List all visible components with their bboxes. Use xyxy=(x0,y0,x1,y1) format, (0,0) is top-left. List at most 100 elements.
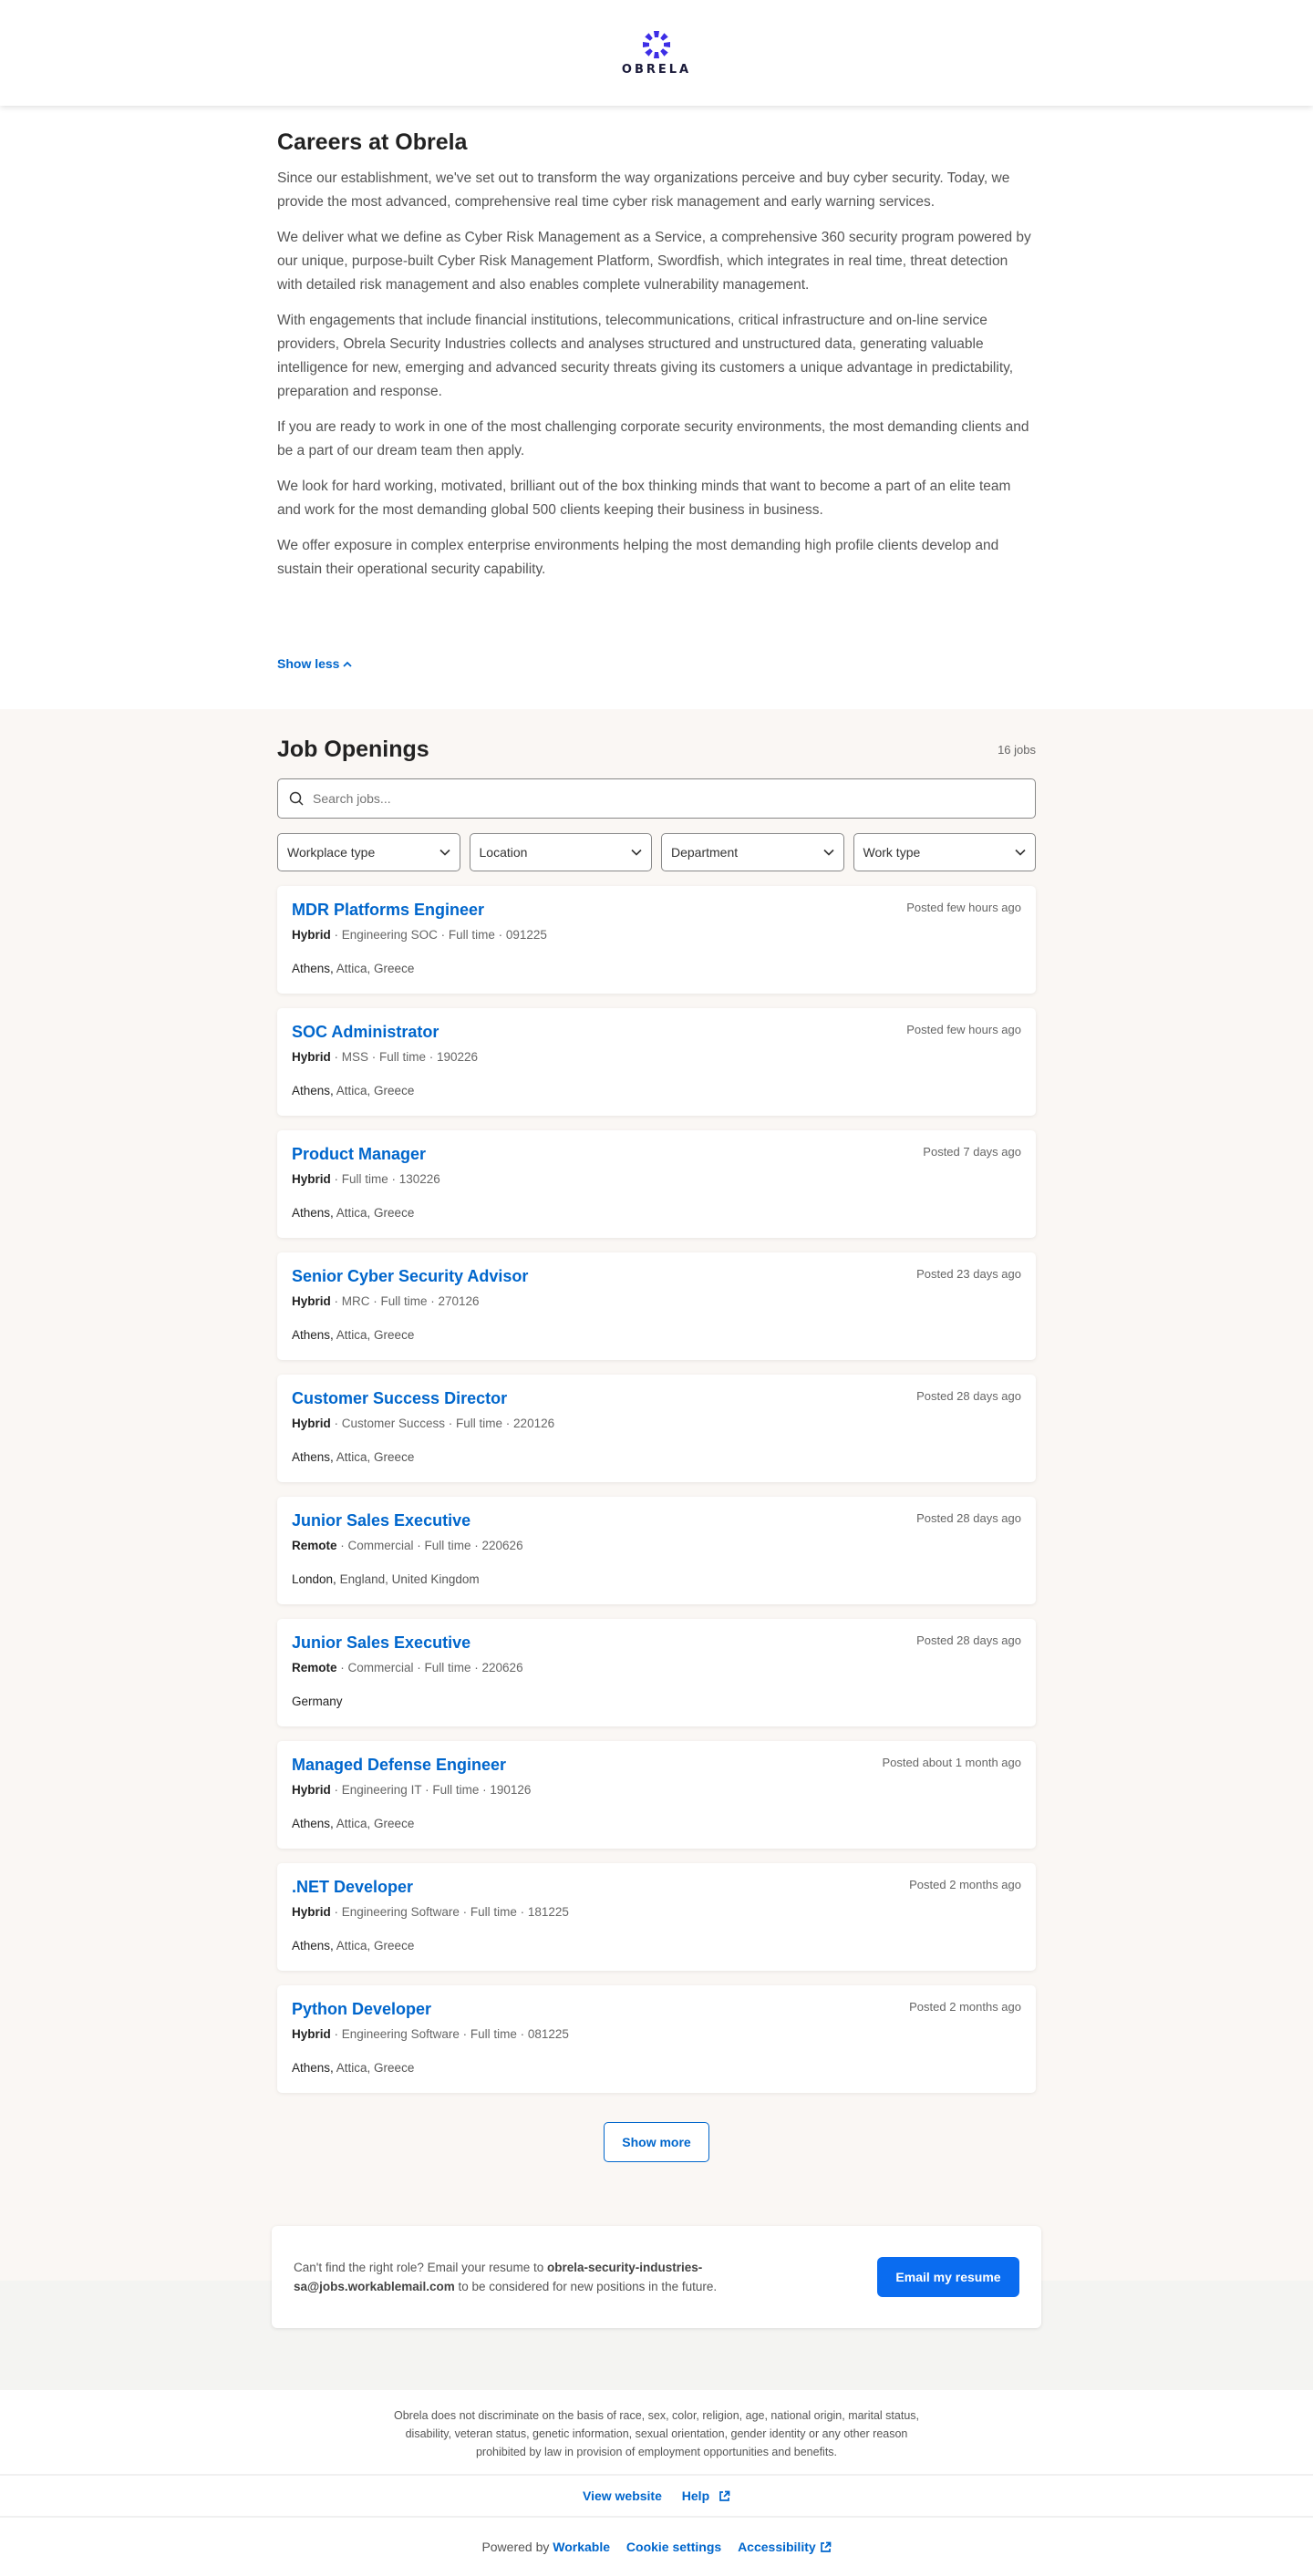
job-count: 16 jobs xyxy=(998,742,1036,757)
job-details: · Commercial · Full time · 220626 xyxy=(336,1539,523,1552)
job-card[interactable]: .NET Developer Posted 2 months ago Hybrid … xyxy=(277,1863,1036,1971)
chevron-down-icon xyxy=(631,849,642,856)
posted-date: Posted 23 days ago xyxy=(916,1267,1021,1281)
job-details: · MRC · Full time · 270126 xyxy=(330,1294,480,1308)
view-website-link[interactable]: View website xyxy=(583,2488,662,2503)
job-card[interactable]: Python Developer Posted 2 months ago Hybri… xyxy=(277,1985,1036,2093)
chevron-down-icon xyxy=(1015,849,1026,856)
workable-link[interactable]: Workable xyxy=(553,2540,610,2554)
job-card[interactable]: MDR Platforms Engineer Posted few hours a… xyxy=(277,886,1036,994)
intro-paragraph: We look for hard working, motivated, bri… xyxy=(277,479,1011,518)
chevron-up-icon xyxy=(343,661,352,667)
filter-label: Work type xyxy=(863,845,921,860)
job-location: Athens, Attica, Greece xyxy=(292,1328,1021,1342)
job-details: · Customer Success · Full time · 220126 xyxy=(330,1417,555,1430)
job-location: Athens, Attica, Greece xyxy=(292,1939,1021,1953)
cookie-settings-link[interactable]: Cookie settings xyxy=(626,2540,721,2554)
job-location: Athens, Attica, Greece xyxy=(292,1450,1021,1464)
job-details: · Engineering SOC · Full time · 091225 xyxy=(330,928,547,942)
job-region: Attica, Greece xyxy=(333,1939,415,1953)
job-city: London, xyxy=(292,1572,336,1586)
job-location: Athens, Attica, Greece xyxy=(292,962,1021,975)
job-city: Athens, xyxy=(292,1817,334,1830)
search-icon xyxy=(289,791,304,806)
job-city: Athens, xyxy=(292,1206,334,1220)
workplace-type: Hybrid xyxy=(292,2027,331,2041)
search-input[interactable] xyxy=(313,791,1035,806)
page-title: Careers at Obrela xyxy=(277,129,468,155)
job-location: Athens, Attica, Greece xyxy=(292,1084,1021,1097)
site-header: OBRELA xyxy=(0,0,1313,106)
job-title-link[interactable]: Customer Success Director xyxy=(292,1389,1021,1408)
eeo-statement: Obrela does not discriminate on the basi… xyxy=(394,2409,919,2458)
powered-by-bar: Powered by Workable Cookie settings Acce… xyxy=(0,2518,1313,2576)
job-card[interactable]: Junior Sales Executive Posted 28 days ago… xyxy=(277,1497,1036,1604)
job-region: Attica, Greece xyxy=(333,1817,415,1830)
filter-bar: Workplace type Location Department Work … xyxy=(277,833,1036,871)
workplace-type: Hybrid xyxy=(292,1050,331,1064)
filter-workplace-type[interactable]: Workplace type xyxy=(277,833,460,871)
job-title-link[interactable]: Junior Sales Executive xyxy=(292,1633,1021,1653)
job-region: Attica, Greece xyxy=(333,1450,415,1464)
resume-text: Can't find the right role? Email your re… xyxy=(294,2258,841,2296)
workplace-type: Hybrid xyxy=(292,1417,331,1430)
intro-paragraph: We offer exposure in complex enterprise … xyxy=(277,538,999,577)
job-meta: Remote · Commercial · Full time · 220626 xyxy=(292,1661,1021,1674)
show-less-button[interactable]: Show less xyxy=(277,656,352,671)
job-region: Attica, Greece xyxy=(333,1206,415,1220)
job-card[interactable]: Product Manager Posted 7 days ago Hybrid ·… xyxy=(277,1130,1036,1238)
job-meta: Hybrid · Engineering Software · Full tim… xyxy=(292,1905,1021,1919)
job-card[interactable]: Senior Cyber Security Advisor Posted 23 d… xyxy=(277,1252,1036,1360)
job-meta: Hybrid · MSS · Full time · 190226 xyxy=(292,1050,1021,1064)
accessibility-link[interactable]: Accessibility xyxy=(738,2540,832,2554)
job-title-link[interactable]: Junior Sales Executive xyxy=(292,1511,1021,1530)
show-less-label: Show less xyxy=(277,656,340,671)
company-intro: Careers at Obrela Since our establishmen… xyxy=(277,106,1036,709)
intro-paragraph: If you are ready to work in one of the m… xyxy=(277,419,1029,459)
resume-card: Can't find the right role? Email your re… xyxy=(272,2226,1041,2328)
job-card[interactable]: SOC Administrator Posted few hours ago Hyb… xyxy=(277,1008,1036,1116)
search-box[interactable] xyxy=(277,778,1036,819)
job-card[interactable]: Managed Defense Engineer Posted about 1 m… xyxy=(277,1741,1036,1849)
obrela-logo-icon[interactable] xyxy=(642,30,671,59)
resume-text-before: Can't find the right role? Email your re… xyxy=(294,2261,547,2274)
posted-date: Posted 2 months ago xyxy=(909,2000,1021,2014)
filter-department[interactable]: Department xyxy=(661,833,844,871)
workplace-type: Hybrid xyxy=(292,928,331,942)
job-city: Athens, xyxy=(292,962,334,975)
job-meta: Hybrid · Engineering IT · Full time · 19… xyxy=(292,1783,1021,1797)
job-meta: Hybrid · Customer Success · Full time · … xyxy=(292,1417,1021,1430)
job-details: · Engineering Software · Full time · 081… xyxy=(330,2027,569,2041)
job-title-link[interactable]: Senior Cyber Security Advisor xyxy=(292,1267,1021,1286)
posted-date: Posted few hours ago xyxy=(906,1023,1021,1036)
workplace-type: Hybrid xyxy=(292,1294,331,1308)
job-region: Attica, Greece xyxy=(333,1328,415,1342)
job-details: · Engineering IT · Full time · 190126 xyxy=(330,1783,532,1797)
job-location: Athens, Attica, Greece xyxy=(292,2061,1021,2075)
job-card[interactable]: Junior Sales Executive Posted 28 days ago… xyxy=(277,1619,1036,1726)
job-region: Attica, Greece xyxy=(333,2061,415,2075)
posted-date: Posted 2 months ago xyxy=(909,1878,1021,1891)
filter-work-type[interactable]: Work type xyxy=(853,833,1036,871)
job-meta: Hybrid · Engineering Software · Full tim… xyxy=(292,2027,1021,2041)
job-title-link[interactable]: Product Manager xyxy=(292,1145,1021,1164)
job-details: · Engineering Software · Full time · 181… xyxy=(330,1905,569,1919)
job-city: Athens, xyxy=(292,2061,334,2075)
workplace-type: Hybrid xyxy=(292,1783,331,1797)
resume-text-after: to be considered for new positions in th… xyxy=(454,2280,718,2293)
filter-location[interactable]: Location xyxy=(469,833,652,871)
job-meta: Remote · Commercial · Full time · 220626 xyxy=(292,1539,1021,1552)
chevron-down-icon xyxy=(822,849,834,856)
job-openings-title: Job Openings xyxy=(277,736,429,762)
help-link[interactable]: Help xyxy=(677,2488,730,2503)
workplace-type: Remote xyxy=(292,1539,337,1552)
job-meta: Hybrid · MRC · Full time · 270126 xyxy=(292,1294,1021,1308)
job-card[interactable]: Customer Success Director Posted 28 days … xyxy=(277,1375,1036,1482)
email-resume-button[interactable]: Email my resume xyxy=(877,2257,1019,2297)
job-location: London, England, United Kingdom xyxy=(292,1572,1021,1586)
footer-links: View website Help xyxy=(0,2476,1313,2516)
job-city: Athens, xyxy=(292,1328,334,1342)
job-location: Athens, Attica, Greece xyxy=(292,1206,1021,1220)
show-more-button[interactable]: Show more xyxy=(604,2122,709,2162)
job-city: Athens, xyxy=(292,1450,334,1464)
